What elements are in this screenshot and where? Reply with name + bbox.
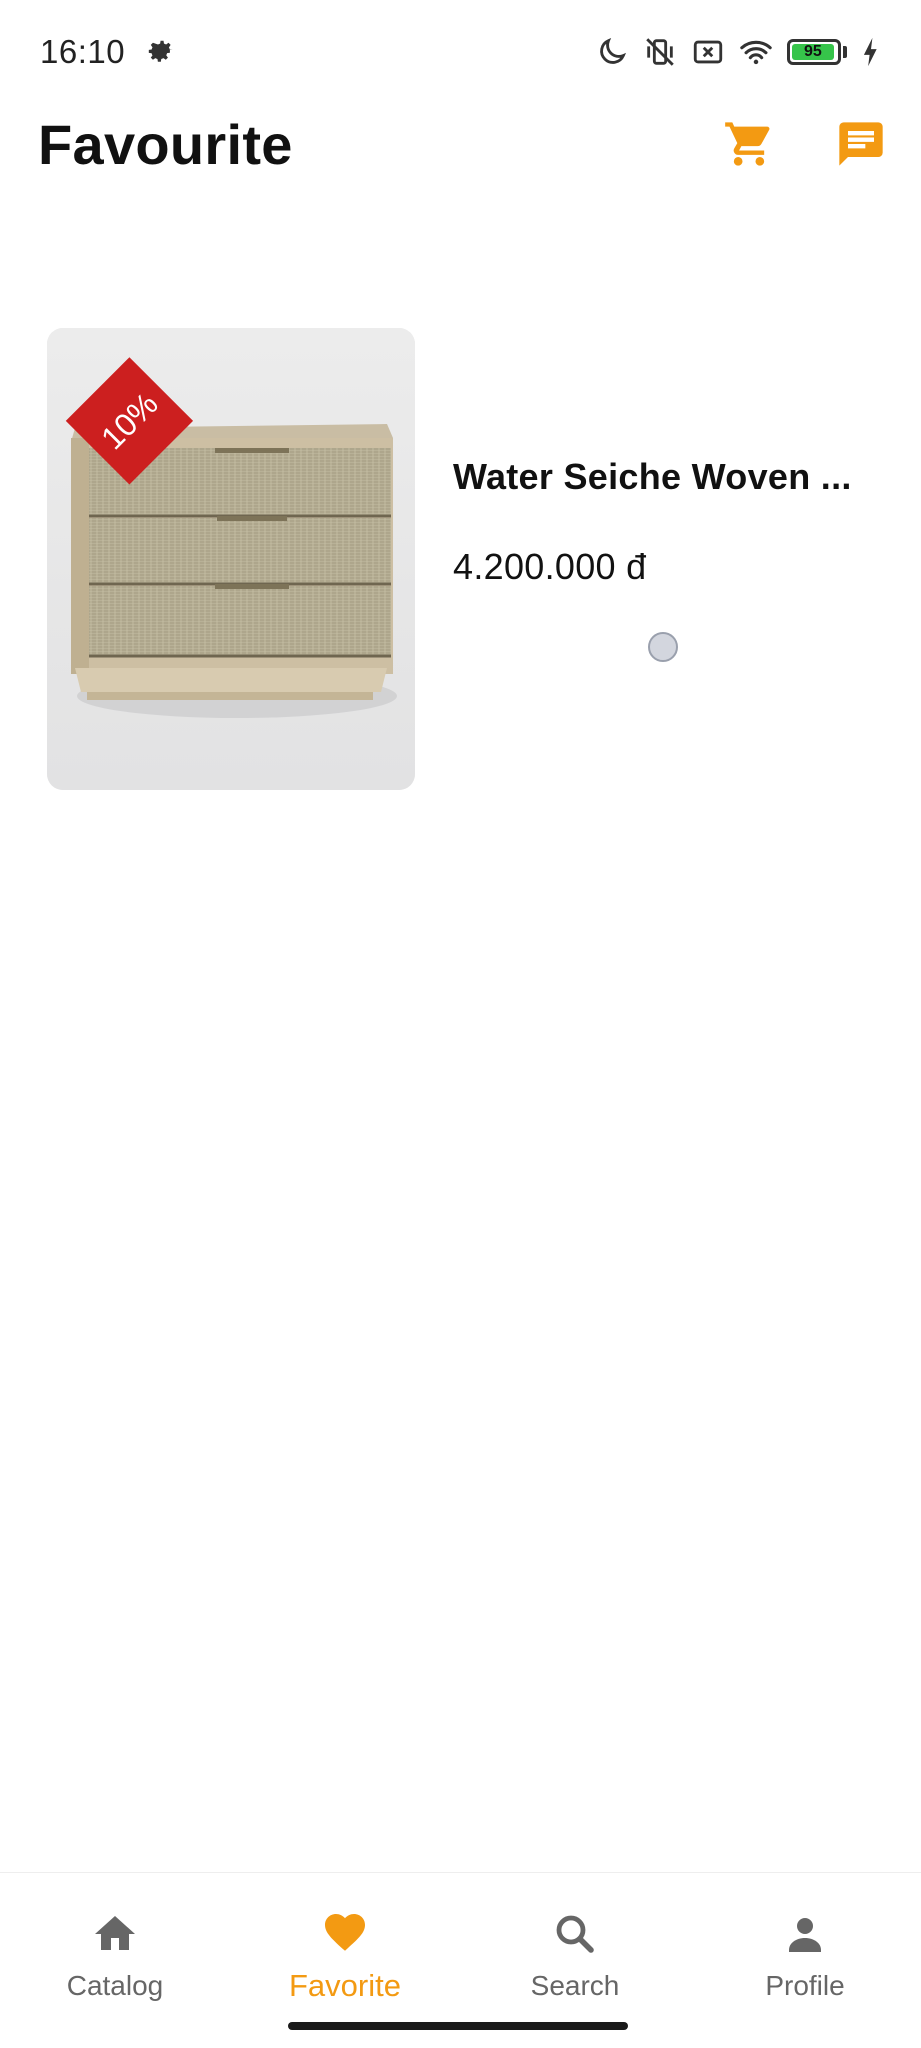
moon-icon <box>600 37 627 64</box>
nav-item-profile[interactable]: Profile <box>690 1873 920 2023</box>
page-title: Favourite <box>38 112 293 176</box>
status-time: 16:10 <box>40 33 126 70</box>
wifi-icon <box>740 40 772 65</box>
search-icon <box>556 1915 594 1953</box>
item-price: 4.200.000 đ <box>453 546 647 587</box>
home-icon <box>95 1916 135 1950</box>
product-image[interactable]: 10% <box>47 328 415 790</box>
battery-icon: 95 <box>787 39 847 65</box>
cart-button[interactable] <box>719 114 779 174</box>
heart-icon <box>325 1914 365 1951</box>
status-right: 95 <box>595 35 881 69</box>
nav-label-catalog: Catalog <box>66 1970 164 2001</box>
charging-icon <box>863 37 877 67</box>
app-header: Favourite <box>0 104 921 184</box>
vibrate-off-icon <box>646 38 674 66</box>
nav-label-favorite: Favorite <box>289 1968 401 2003</box>
sim-off-icon <box>693 40 723 64</box>
nav-item-search[interactable]: Search <box>460 1873 690 2023</box>
status-left: 16:10 <box>40 33 177 71</box>
item-name[interactable]: Water Seiche Woven ... <box>453 456 873 498</box>
status-bar: 16:10 95 <box>0 0 921 104</box>
nav-label-search: Search <box>530 1970 620 2001</box>
battery-level: 95 <box>792 43 834 60</box>
chat-button[interactable] <box>831 114 891 174</box>
home-indicator[interactable] <box>288 2022 628 2030</box>
discount-label: 10% <box>93 385 165 456</box>
item-info: Water Seiche Woven ... 4.200.000 đ <box>453 328 873 790</box>
nav-label-profile: Profile <box>765 1970 845 2001</box>
favourite-screen: 16:10 95 Favourite 10% Water Seiche Wove… <box>0 0 921 2048</box>
nav-item-favorite[interactable]: Favorite <box>230 1873 460 2023</box>
nav-item-catalog[interactable]: Catalog <box>0 1873 230 2023</box>
gear-icon <box>148 40 173 62</box>
message-icon <box>839 122 883 166</box>
select-radio[interactable] <box>648 632 678 662</box>
person-icon <box>789 1918 821 1952</box>
header-actions <box>719 114 891 174</box>
cart-icon <box>725 122 770 166</box>
favourite-item[interactable]: 10% Water Seiche Woven ... 4.200.000 đ <box>47 328 887 790</box>
